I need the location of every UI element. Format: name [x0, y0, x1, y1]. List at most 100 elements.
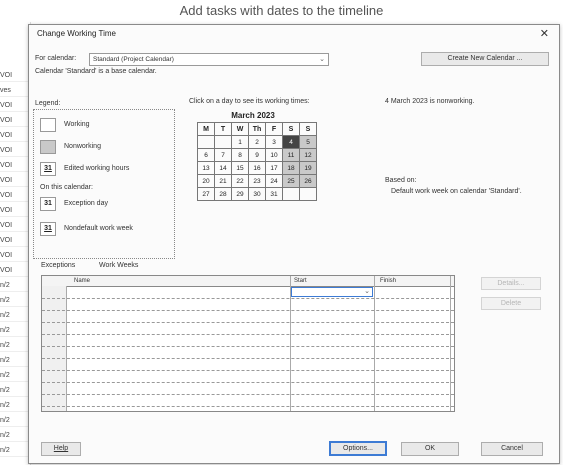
background-row: ves — [0, 85, 30, 97]
calendar-select[interactable]: Standard (Project Calendar) ⌄ — [89, 53, 329, 66]
calendar-day[interactable]: 28 — [214, 187, 232, 201]
delete-button[interactable]: Delete — [481, 297, 541, 310]
calendar-day[interactable]: 5 — [299, 135, 317, 149]
base-calendar-note: Calendar 'Standard' is a base calendar. — [35, 68, 157, 75]
calendar-day[interactable]: 27 — [197, 187, 215, 201]
background-row: VOI — [0, 100, 30, 112]
exception-day-swatch: 31 — [40, 197, 56, 211]
background-row: n/2 — [0, 415, 30, 427]
day-info: 4 March 2023 is nonworking. — [385, 98, 475, 105]
background-row: VOI — [0, 115, 30, 127]
calendar-day[interactable]: 31 — [265, 187, 283, 201]
calendar-day[interactable]: 29 — [231, 187, 249, 201]
calendar-day[interactable]: 1 — [231, 135, 249, 149]
legend-exception: Exception day — [64, 200, 108, 207]
change-working-time-dialog: Change Working Time ✕ For calendar: Stan… — [28, 24, 560, 464]
legend-working: Working — [64, 121, 90, 128]
dialog-title: Change Working Time — [37, 29, 116, 38]
background-row: VOI — [0, 145, 30, 157]
calendar-day[interactable]: 2 — [248, 135, 266, 149]
calendar-day[interactable] — [214, 135, 232, 149]
cancel-button[interactable]: Cancel — [481, 442, 543, 456]
calendar-day[interactable]: 22 — [231, 174, 249, 188]
weekday-header: W — [231, 122, 249, 136]
table-row[interactable] — [42, 394, 454, 407]
based-on-detail: Default work week on calendar 'Standard'… — [391, 188, 522, 195]
calendar-day[interactable]: 19 — [299, 161, 317, 175]
weekday-header: F — [265, 122, 283, 136]
calendar-day[interactable]: 3 — [265, 135, 283, 149]
background-row: VOI — [0, 160, 30, 172]
calendar-day[interactable]: 23 — [248, 174, 266, 188]
background-row: n/2 — [0, 445, 30, 457]
calendar-day[interactable]: 17 — [265, 161, 283, 175]
create-new-calendar-button[interactable]: Create New Calendar ... — [421, 52, 549, 66]
background-task-column: VOI ves VOI VOI VOI VOI VOI VOI VOI VOI VOI VOI VOI V… — [0, 22, 31, 465]
calendar-day[interactable] — [282, 187, 300, 201]
options-button[interactable]: Options... — [329, 441, 387, 456]
calendar-day-selected[interactable]: 4 — [282, 135, 300, 149]
column-header-finish: Finish — [380, 278, 397, 284]
background-row: n/2 — [0, 370, 30, 382]
chevron-down-icon: ⌄ — [319, 56, 325, 63]
exceptions-table: Name Start Finish ⌄ — [41, 275, 455, 412]
background-row: n/2 — [0, 325, 30, 337]
edited-hours-swatch: 31 — [40, 162, 56, 176]
calendar-day[interactable]: 10 — [265, 148, 283, 162]
weekday-header: T — [214, 122, 232, 136]
background-row: VOI — [0, 130, 30, 142]
calendar-day[interactable]: 30 — [248, 187, 266, 201]
calendar-month-title: March 2023 — [231, 111, 275, 120]
details-button[interactable]: Details... — [481, 277, 541, 290]
calendar-day[interactable]: 11 — [282, 148, 300, 162]
calendar-day[interactable]: 15 — [231, 161, 249, 175]
calendar-day[interactable]: 9 — [248, 148, 266, 162]
background-row: VOI — [0, 250, 30, 262]
app-title: Add tasks with dates to the timeline — [179, 3, 384, 18]
calendar-day[interactable]: 20 — [197, 174, 215, 188]
calendar-day[interactable] — [197, 135, 215, 149]
calendar-day[interactable]: 16 — [248, 161, 266, 175]
legend-label: Legend: — [35, 100, 61, 107]
calendar-day[interactable]: 18 — [282, 161, 300, 175]
ok-button[interactable]: OK — [401, 442, 459, 456]
background-row: n/2 — [0, 280, 30, 292]
calendar-day[interactable]: 25 — [282, 174, 300, 188]
weekday-header: S — [299, 122, 317, 136]
close-icon[interactable]: ✕ — [540, 27, 549, 40]
chevron-down-icon: ⌄ — [364, 288, 370, 295]
background-row: VOI — [0, 175, 30, 187]
nondefault-week-swatch: 31 — [40, 222, 56, 236]
start-date-cell[interactable]: ⌄ — [291, 287, 373, 297]
calendar-day[interactable]: 8 — [231, 148, 249, 162]
calendar-day[interactable]: 24 — [265, 174, 283, 188]
on-this-calendar-label: On this calendar: — [40, 184, 93, 191]
background-row: VOI — [0, 70, 30, 82]
click-hint: Click on a day to see its working times: — [189, 98, 310, 105]
legend-nonworking: Nonworking — [64, 143, 101, 150]
tab-work-weeks[interactable]: Work Weeks — [99, 262, 138, 269]
calendar-day[interactable] — [299, 187, 317, 201]
calendar-day[interactable]: 6 — [197, 148, 215, 162]
calendar-day[interactable]: 21 — [214, 174, 232, 188]
background-row: n/2 — [0, 385, 30, 397]
background-row: VOI — [0, 220, 30, 232]
calendar-day[interactable]: 13 — [197, 161, 215, 175]
background-row: n/2 — [0, 430, 30, 442]
weekday-header: M — [197, 122, 215, 136]
for-calendar-label: For calendar: — [35, 55, 77, 62]
legend-edited: Edited working hours — [64, 165, 130, 172]
background-row: n/2 — [0, 295, 30, 307]
month-calendar: M T W Th F S S 1 2 3 4 5 6 7 8 9 10 11 1… — [197, 122, 317, 201]
calendar-day[interactable]: 7 — [214, 148, 232, 162]
calendar-day[interactable]: 14 — [214, 161, 232, 175]
weekday-header: S — [282, 122, 300, 136]
tab-exceptions[interactable]: Exceptions — [41, 262, 75, 269]
help-button-label: Help — [53, 445, 69, 452]
calendar-day[interactable]: 12 — [299, 148, 317, 162]
background-row: VOI — [0, 205, 30, 217]
calendar-day[interactable]: 26 — [299, 174, 317, 188]
column-header-start: Start — [294, 278, 307, 284]
help-button[interactable]: Help — [41, 442, 81, 456]
background-row: n/2 — [0, 355, 30, 367]
